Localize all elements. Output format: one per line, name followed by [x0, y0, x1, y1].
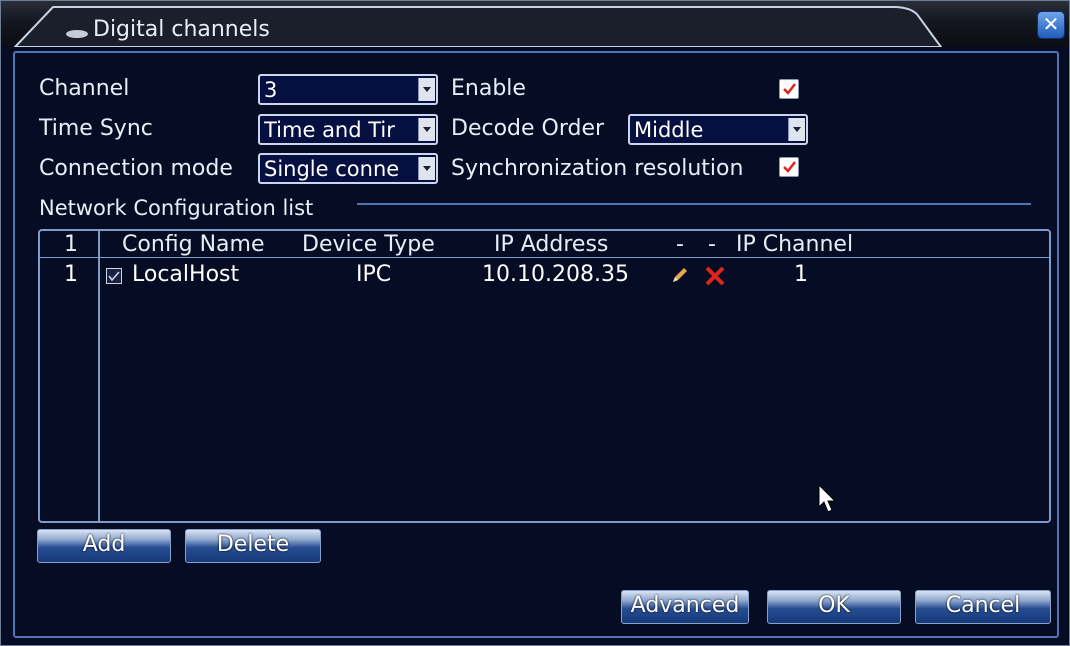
connection-mode-value: Single conne — [264, 157, 400, 181]
header-dash-1: - — [676, 232, 684, 257]
chevron-down-icon — [418, 78, 435, 101]
pencil-icon[interactable] — [670, 265, 690, 289]
row-checkbox[interactable] — [106, 268, 122, 284]
network-list-title: Network Configuration list — [39, 196, 314, 220]
delete-button[interactable]: Delete — [185, 529, 321, 563]
decode-order-select[interactable]: Middle — [628, 114, 808, 145]
network-config-table[interactable]: 1 Config Name Device Type IP Address - -… — [38, 229, 1051, 523]
add-button[interactable]: Add — [37, 529, 171, 563]
sync-resolution-label: Synchronization resolution — [451, 156, 744, 181]
sync-resolution-checkbox[interactable] — [779, 157, 799, 177]
connection-mode-label: Connection mode — [39, 156, 233, 181]
row-device-type: IPC — [356, 262, 392, 287]
ok-button[interactable]: OK — [767, 590, 901, 624]
column-divider — [98, 231, 100, 521]
time-sync-value: Time and Tir — [264, 118, 395, 142]
enable-label: Enable — [451, 76, 526, 101]
time-sync-select[interactable]: Time and Tir — [258, 114, 438, 145]
digital-channels-dialog: Digital channels ✕ Channel 3 Enable Time… — [0, 0, 1070, 646]
connection-mode-select[interactable]: Single conne — [258, 153, 438, 184]
close-icon: ✕ — [1042, 12, 1060, 36]
channel-select[interactable]: 3 — [258, 74, 438, 105]
row-ip-address: 10.10.208.35 — [482, 262, 629, 287]
title-tab: Digital channels — [13, 5, 943, 47]
row-config-name: LocalHost — [132, 262, 240, 287]
mouse-cursor-icon — [817, 483, 837, 519]
header-ip-channel[interactable]: IP Channel — [736, 232, 853, 257]
chevron-down-icon — [788, 118, 805, 141]
chevron-down-icon — [418, 118, 435, 141]
row-index: 1 — [64, 262, 78, 287]
header-device-type[interactable]: Device Type — [302, 232, 435, 257]
enable-checkbox[interactable] — [779, 79, 799, 99]
checkmark-icon — [783, 83, 796, 95]
header-dash-2: - — [708, 232, 716, 257]
time-sync-label: Time Sync — [39, 116, 153, 141]
chevron-down-icon — [418, 157, 435, 180]
cancel-button[interactable]: Cancel — [915, 590, 1051, 624]
row-ip-channel: 1 — [794, 262, 808, 287]
channel-label: Channel — [39, 76, 130, 101]
header-config-name[interactable]: Config Name — [122, 232, 264, 257]
checkmark-icon — [783, 161, 796, 173]
window-title: Digital channels — [93, 17, 270, 42]
header-divider — [40, 257, 1049, 258]
decode-order-label: Decode Order — [451, 116, 605, 141]
decode-order-value: Middle — [634, 118, 704, 142]
section-divider — [357, 203, 1031, 205]
header-ip-address[interactable]: IP Address — [494, 232, 608, 257]
close-button[interactable]: ✕ — [1037, 11, 1065, 39]
checkmark-icon — [108, 271, 120, 282]
channel-value: 3 — [264, 78, 278, 102]
advanced-button[interactable]: Advanced — [621, 590, 749, 624]
red-x-icon[interactable] — [704, 265, 726, 291]
title-bar[interactable]: Digital channels ✕ — [1, 1, 1069, 47]
header-index: 1 — [64, 232, 78, 257]
